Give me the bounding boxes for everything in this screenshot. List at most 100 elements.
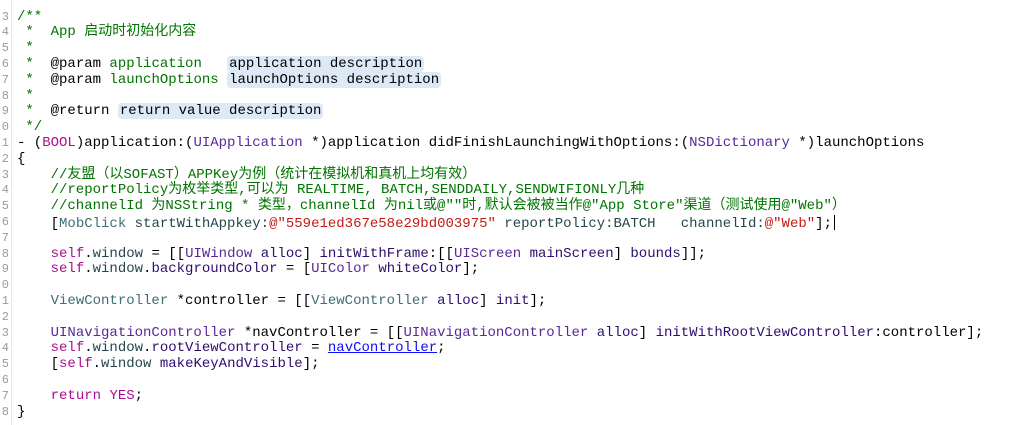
line-number: 9 bbox=[1, 262, 9, 277]
line-number: 6 bbox=[1, 56, 9, 71]
comment: /** bbox=[17, 8, 43, 25]
code-line[interactable]: [self.window makeKeyAndVisible]; bbox=[17, 356, 320, 373]
method-name: alloc bbox=[596, 324, 639, 341]
line-number: 5 bbox=[1, 199, 9, 214]
line-number: 9 bbox=[1, 104, 9, 119]
project-member: window bbox=[92, 340, 144, 357]
code-text: ; bbox=[134, 387, 144, 404]
code-line[interactable]: UINavigationController *navController = … bbox=[17, 324, 984, 342]
code-line[interactable]: * bbox=[17, 40, 33, 57]
code-line[interactable]: ViewController *controller = [[ViewContr… bbox=[17, 292, 547, 310]
comment: * bbox=[17, 71, 51, 88]
code-line[interactable]: self.window.rootViewController = navCont… bbox=[17, 340, 446, 357]
method-name: alloc bbox=[260, 245, 303, 262]
doc-placeholder[interactable]: application description bbox=[227, 55, 425, 72]
code-text: = bbox=[302, 340, 328, 357]
keyword: BOOL bbox=[42, 134, 76, 151]
keyword: return bbox=[50, 387, 102, 404]
code-line[interactable]: - (BOOL)application:(UIApplication *)app… bbox=[17, 134, 925, 152]
code-text: *)application didFinishLaunchingWithOpti… bbox=[302, 134, 690, 151]
code-text: { bbox=[17, 150, 26, 167]
project-member: reportPolicy:BATCH channelId: bbox=[495, 215, 765, 232]
code-text: ]; bbox=[815, 215, 832, 232]
code-text: @param bbox=[50, 71, 102, 88]
method-name: rootViewController bbox=[151, 340, 303, 357]
keyword: YES bbox=[109, 387, 135, 404]
project-member: window bbox=[92, 261, 144, 278]
code-line[interactable]: //channelId 为NSString * 类型，channelId 为ni… bbox=[17, 198, 846, 215]
project-member: window bbox=[92, 245, 144, 262]
string-literal: @"Web" bbox=[764, 215, 816, 232]
code-text: = [[ bbox=[143, 245, 186, 262]
code-line[interactable]: [MobClick startWithAppkey:@"559e1ed367e5… bbox=[17, 214, 835, 232]
doc-placeholder[interactable]: return value description bbox=[117, 103, 324, 120]
code-line[interactable]: */ bbox=[17, 119, 43, 136]
code-text: - ( bbox=[17, 134, 43, 151]
line-number: 8 bbox=[1, 246, 9, 261]
code-text: )application:( bbox=[75, 134, 194, 151]
code-text: ]]; bbox=[680, 245, 707, 262]
code-line[interactable]: self.window.backgroundColor = [UIColor w… bbox=[17, 261, 480, 278]
code-text: *controller = [[ bbox=[168, 292, 312, 309]
code-line[interactable]: } bbox=[17, 404, 25, 421]
class-name: UINavigationController bbox=[403, 324, 589, 341]
method-name: makeKeyAndVisible bbox=[159, 356, 303, 373]
line-number-gutter: 34567890123456789012345678 bbox=[0, 0, 12, 425]
code-line[interactable]: * @param launchOptions launchOptions des… bbox=[17, 71, 442, 89]
code-text: @param bbox=[50, 55, 102, 72]
text-cursor bbox=[833, 214, 835, 230]
code-line[interactable]: * bbox=[17, 88, 33, 105]
line-number: 4 bbox=[1, 341, 9, 356]
code-text: ; bbox=[437, 340, 446, 357]
line-number: 3 bbox=[1, 167, 9, 182]
keyword: self bbox=[50, 245, 85, 262]
code-text: = [ bbox=[277, 261, 312, 278]
line-number: 6 bbox=[1, 372, 9, 387]
comment: //channelId 为NSString * 类型，channelId 为ni… bbox=[17, 198, 846, 215]
code-editor[interactable]: 34567890123456789012345678 /** * App 启动时… bbox=[0, 0, 1012, 425]
code-text: [ bbox=[17, 215, 60, 232]
link[interactable]: navController bbox=[328, 340, 437, 356]
line-number: 5 bbox=[1, 357, 9, 372]
code-text: :controller]; bbox=[874, 324, 984, 341]
code-text: *navController = [[ bbox=[235, 324, 404, 341]
string-literal: @"559e1ed367e58e29bd003975" bbox=[269, 215, 496, 232]
code-line[interactable]: { bbox=[17, 150, 26, 168]
code-line[interactable]: * @return return value description bbox=[17, 103, 324, 120]
method-name: init bbox=[495, 292, 530, 309]
line-number: 1 bbox=[1, 135, 9, 150]
code-text: ]; bbox=[302, 356, 320, 373]
method-name: backgroundColor bbox=[151, 261, 278, 278]
method-name: alloc bbox=[437, 292, 480, 309]
code-line[interactable]: /** bbox=[17, 8, 43, 26]
code-line[interactable]: * App 启动时初始化内容 bbox=[17, 24, 197, 41]
method-name: mainScreen bbox=[529, 245, 614, 262]
project-class: ViewController bbox=[50, 292, 169, 309]
class-name: UIScreen bbox=[453, 245, 522, 262]
code-text: :[[ bbox=[428, 245, 454, 262]
project-class: MobClick bbox=[59, 215, 127, 232]
code-line[interactable]: self.window = [[UIWindow alloc] initWith… bbox=[17, 245, 707, 263]
line-number: 7 bbox=[1, 72, 9, 87]
comment: */ bbox=[17, 119, 43, 136]
comment: * App 启动时初始化内容 bbox=[17, 24, 197, 41]
line-number: 3 bbox=[1, 325, 9, 340]
line-number: 4 bbox=[1, 25, 9, 40]
code-text: ] bbox=[479, 292, 496, 309]
line-number: 0 bbox=[1, 278, 9, 293]
class-name: UIWindow bbox=[185, 245, 253, 262]
project-member: startWithAppkey: bbox=[126, 215, 270, 232]
code-line[interactable]: //reportPolicy为枚举类型,可以为 REALTIME, BATCH,… bbox=[17, 182, 645, 199]
code-line[interactable]: * @param application application descrip… bbox=[17, 55, 425, 73]
keyword: self bbox=[59, 356, 93, 373]
code-line[interactable]: return YES; bbox=[17, 387, 144, 405]
line-number: 3 bbox=[1, 9, 9, 24]
code-line[interactable]: //友盟（以SOFAST）APPKey为例（统计在模拟机和真机上均有效） bbox=[17, 167, 477, 184]
doc-placeholder[interactable]: launchOptions description bbox=[227, 71, 442, 88]
code-text: *)launchOptions bbox=[789, 134, 925, 151]
